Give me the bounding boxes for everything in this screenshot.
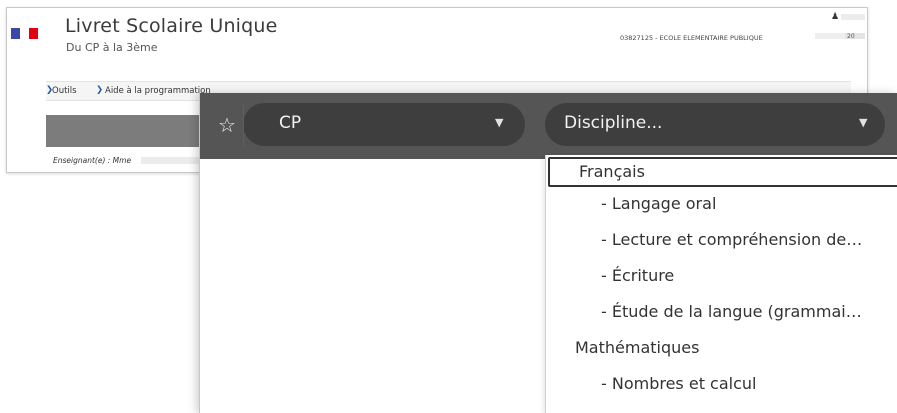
level-select-value: CP — [279, 113, 302, 133]
chevron-right-icon: ❯ — [96, 85, 104, 95]
person-icon[interactable]: ♟ — [831, 12, 839, 22]
discipline-dropdown-list: Français - Langage oral - Lecture et com… — [545, 155, 897, 413]
user-name-redacted — [841, 14, 865, 20]
option-lecture-comprehension[interactable]: - Lecture et compréhension de… — [546, 225, 897, 254]
option-nombres-et-calcul[interactable]: - Nombres et calcul — [546, 369, 897, 398]
teacher-label: Enseignant(e) : Mme — [53, 156, 132, 165]
option-francais[interactable]: Français — [548, 157, 897, 187]
option-mathematiques[interactable]: Mathématiques — [546, 333, 897, 362]
option-ecriture[interactable]: - Écriture — [546, 261, 897, 290]
app-title: Livret Scolaire Unique — [65, 15, 278, 37]
school-name-redacted — [815, 33, 845, 39]
discipline-select-placeholder: Discipline... — [564, 113, 663, 133]
chevron-down-icon: ▼ — [495, 116, 504, 129]
french-flag-logo — [11, 28, 38, 39]
breadcrumb-item-outils[interactable]: Outils — [52, 86, 77, 96]
discipline-select[interactable]: Discipline... ▼ — [545, 103, 885, 146]
school-info: 03827125 - ECOLE ELEMENTAIRE PUBLIQUE — [620, 34, 763, 42]
app-subtitle: Du CP à la 3ème — [66, 41, 158, 54]
teacher-name-redacted — [141, 157, 201, 164]
level-select[interactable]: CP ▼ — [243, 103, 525, 146]
breadcrumb-item-aide-programmation[interactable]: Aide à la programmation — [105, 86, 211, 96]
option-langage-oral[interactable]: - Langage oral — [546, 189, 897, 218]
chevron-down-icon: ▼ — [859, 116, 868, 129]
option-etude-de-la-langue[interactable]: - Étude de la langue (grammai… — [546, 297, 897, 326]
star-icon[interactable]: ☆ — [211, 108, 243, 142]
filter-toolbar: ☆ CP ▼ Discipline... ▼ — [200, 93, 897, 159]
school-year-text: 20 — [847, 33, 855, 40]
programming-panel: ☆ CP ▼ Discipline... ▼ Français - Langag… — [199, 93, 897, 413]
